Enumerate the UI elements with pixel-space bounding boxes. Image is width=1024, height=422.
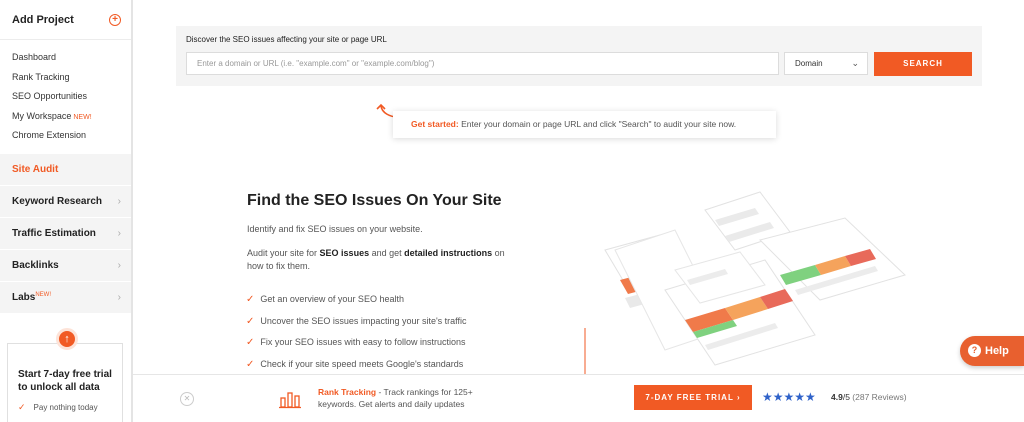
- question-icon: ?: [968, 344, 981, 357]
- check-icon: ✓: [18, 402, 26, 412]
- hero-subtitle: Identify and fix SEO issues on your webs…: [247, 224, 423, 234]
- check-icon: ✓: [246, 294, 255, 305]
- feature-text: Check if your site speed meets Google's …: [260, 358, 464, 369]
- desc-bold-seo-issues: SEO issues: [319, 248, 370, 258]
- rank-tracking-icon: [279, 392, 301, 409]
- labs-label: Labs: [12, 291, 36, 303]
- desc-part: and get: [369, 248, 405, 258]
- report-illustration: [584, 191, 906, 375]
- add-project-row[interactable]: Add Project +: [0, 0, 131, 40]
- get-started-lead: Get started:: [411, 119, 459, 129]
- search-label: Discover the SEO issues affecting your s…: [186, 35, 387, 44]
- sidebar-item-keyword-research[interactable]: Keyword Research ›: [0, 185, 131, 217]
- feature-text: Fix your SEO issues with easy to follow …: [260, 337, 466, 347]
- desc-part: Audit your site for: [247, 248, 320, 258]
- trial-title: Start 7-day free trial to unlock all dat…: [18, 369, 112, 393]
- chevron-right-icon: ›: [117, 291, 121, 303]
- labs-label-wrap: LabsNEW!: [12, 292, 51, 303]
- get-started-text: Enter your domain or page URL and click …: [461, 119, 737, 129]
- desc-bold-instructions: detailed instructions: [404, 248, 493, 258]
- promo-bottom-bar: ✕ Rank Tracking - Track rankings for 125…: [133, 374, 1024, 422]
- feature-text: Uncover the SEO issues impacting your si…: [260, 315, 467, 326]
- chevron-down-icon: ⌄: [851, 58, 859, 68]
- domain-select-value: Domain: [795, 59, 823, 68]
- review-count: (287 Reviews): [852, 392, 907, 402]
- feature-item: ✓ Get an overview of your SEO health: [246, 292, 467, 314]
- chevron-right-icon: ›: [117, 259, 121, 271]
- hero-title: Find the SEO Issues On Your Site: [247, 192, 502, 209]
- site-audit-label: Site Audit: [12, 163, 59, 175]
- star-rating-icons: ★★★★★: [762, 390, 816, 404]
- feature-list: ✓ Get an overview of your SEO health ✓ Unc…: [246, 292, 467, 378]
- my-workspace-label: My Workspace: [12, 110, 72, 121]
- sidebar-item-labs[interactable]: LabsNEW! ›: [0, 281, 131, 313]
- close-icon[interactable]: ✕: [180, 392, 194, 406]
- check-icon: ✓: [246, 358, 255, 370]
- url-input[interactable]: Enter a domain or URL (i.e. "example.com…: [186, 52, 779, 75]
- keyword-research-label: Keyword Research: [12, 195, 103, 207]
- feature-item: ✓ Fix your SEO issues with easy to follow…: [246, 335, 467, 357]
- illustration-cards: [604, 191, 906, 366]
- check-icon: ✓: [246, 337, 255, 348]
- check-icon: ✓: [246, 315, 255, 327]
- search-panel: Discover the SEO issues affecting your s…: [176, 26, 982, 86]
- sidebar-link-seo-opportunities[interactable]: SEO Opportunities: [12, 87, 131, 107]
- traffic-estimation-label: Traffic Estimation: [12, 227, 96, 239]
- rank-tracking-promo-text: Rank Tracking - Track rankings for 125+ …: [318, 386, 498, 410]
- domain-select[interactable]: Domain ⌄: [784, 52, 868, 75]
- rating-text: 4.9/5 (287 Reviews): [831, 392, 907, 402]
- sidebar-link-rank-tracking[interactable]: Rank Tracking: [12, 68, 131, 88]
- sidebar-link-chrome-extension[interactable]: Chrome Extension: [12, 126, 131, 146]
- rating-value: 4.9: [831, 392, 843, 402]
- help-button[interactable]: ? Help: [960, 336, 1024, 366]
- get-started-tip: Get started: Enter your domain or page U…: [393, 111, 776, 138]
- help-label: Help: [985, 345, 1009, 357]
- backlinks-label: Backlinks: [12, 259, 59, 271]
- chevron-right-icon: ›: [117, 227, 121, 239]
- sidebar-link-my-workspace[interactable]: My Workspace NEW!: [12, 107, 131, 127]
- chevron-right-icon: ›: [736, 393, 741, 402]
- feature-text: Get an overview of your SEO health: [260, 294, 404, 304]
- sidebar-link-dashboard[interactable]: Dashboard: [12, 48, 131, 68]
- feature-item: ✓ Uncover the SEO issues impacting your s…: [246, 314, 467, 336]
- new-badge: NEW!: [35, 291, 52, 298]
- sidebar: Add Project + Dashboard Rank Tracking SE…: [0, 0, 133, 422]
- chevron-right-icon: ›: [117, 195, 121, 207]
- sidebar-links: Dashboard Rank Tracking SEO Opportunitie…: [0, 40, 131, 150]
- new-badge: NEW!: [73, 113, 92, 121]
- upgrade-arrow-icon: ↑: [56, 328, 78, 350]
- free-trial-label: 7-DAY FREE TRIAL: [645, 393, 734, 402]
- rating-scale: /5: [842, 392, 850, 402]
- plus-circle-icon[interactable]: +: [109, 13, 121, 26]
- hero-description: Audit your site for SEO issues and get d…: [247, 247, 522, 273]
- add-project-label: Add Project: [12, 13, 74, 26]
- sidebar-item-site-audit[interactable]: Site Audit: [0, 153, 131, 185]
- free-trial-button[interactable]: 7-DAY FREE TRIAL ›: [634, 385, 752, 410]
- sidebar-item-traffic-estimation[interactable]: Traffic Estimation ›: [0, 217, 131, 249]
- trial-check-item: ✓ Pay nothing today: [18, 402, 98, 413]
- rank-tracking-title: Rank Tracking: [318, 387, 377, 397]
- trial-check-label: Pay nothing today: [33, 403, 98, 412]
- search-button[interactable]: SEARCH: [874, 52, 972, 76]
- trial-promo-card: ↑ Start 7-day free trial to unlock all d…: [7, 328, 123, 422]
- sidebar-item-backlinks[interactable]: Backlinks ›: [0, 249, 131, 281]
